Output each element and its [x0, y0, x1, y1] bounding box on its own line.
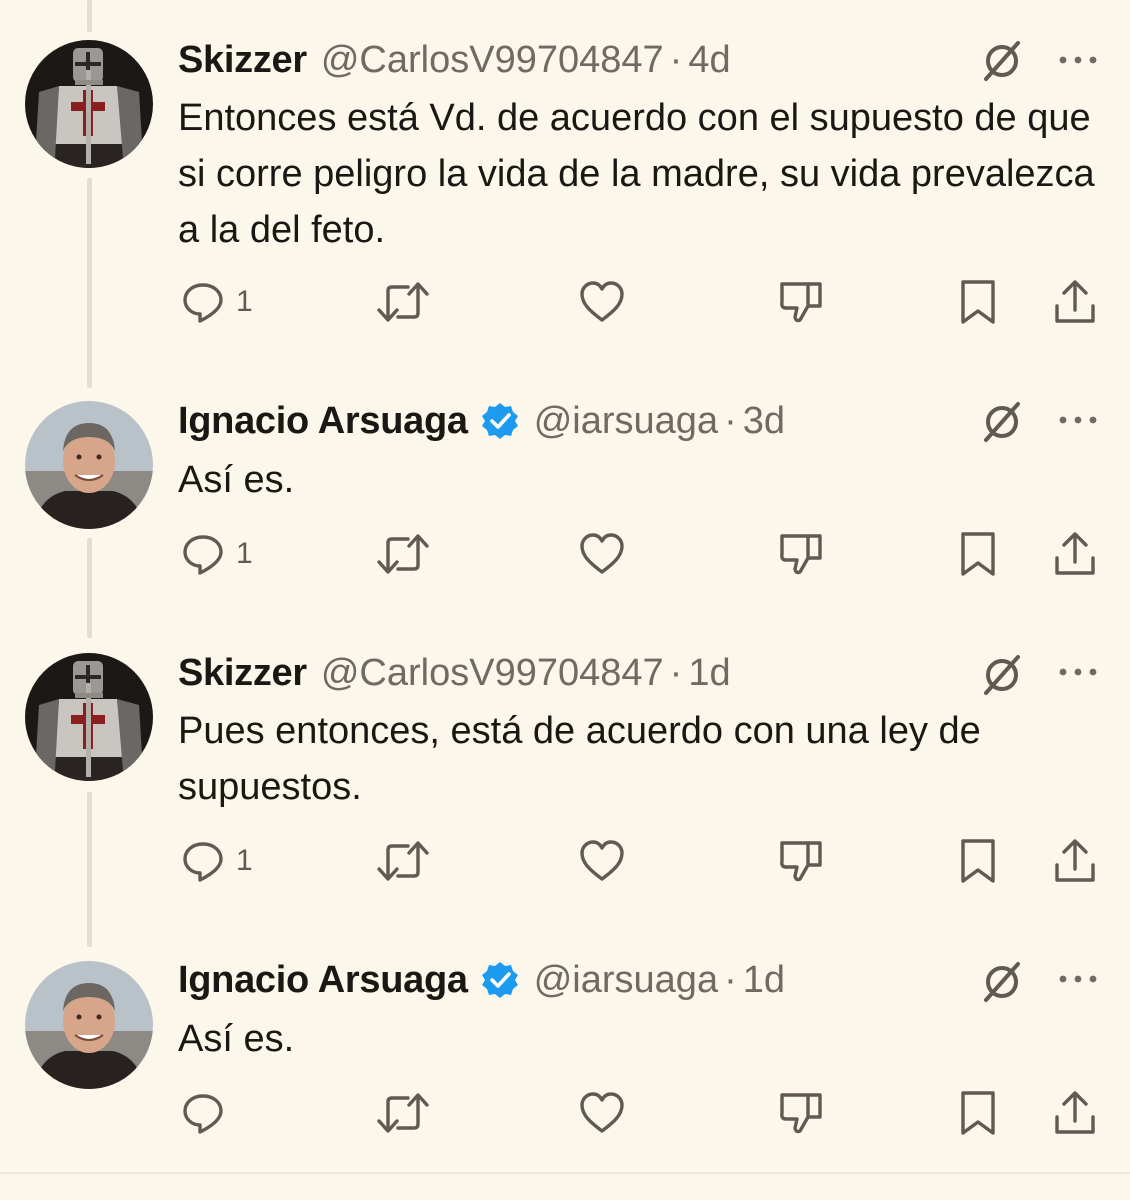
thumbs-down-icon — [780, 1093, 822, 1134]
reply-button[interactable]: 1 — [180, 529, 253, 579]
bookmark-icon — [961, 839, 995, 883]
bookmark-icon — [961, 532, 995, 576]
tweet-text: Así es. — [178, 459, 295, 501]
retweet-button[interactable] — [376, 529, 430, 579]
reply-icon — [183, 283, 223, 323]
share-button[interactable] — [1052, 277, 1098, 327]
action-bar: 1 — [0, 836, 1130, 886]
bookmark-icon — [961, 1091, 995, 1135]
avatar[interactable] — [25, 40, 153, 168]
heart-icon — [580, 281, 624, 322]
retweet-button[interactable] — [376, 836, 430, 886]
share-icon — [1055, 1091, 1095, 1134]
share-button[interactable] — [1052, 836, 1098, 886]
display-name[interactable]: Skizzer — [178, 652, 307, 695]
user-handle[interactable]: @iarsuaga — [534, 400, 718, 443]
separator-dot: · — [724, 958, 737, 1001]
share-button[interactable] — [1052, 529, 1098, 579]
reply-icon — [183, 1094, 223, 1134]
more-icon[interactable] — [1055, 662, 1101, 682]
thread-line — [87, 0, 92, 32]
dislike-button[interactable] — [778, 529, 826, 579]
user-handle[interactable]: @CarlosV99704847 — [321, 652, 664, 695]
knight-avatar — [25, 653, 153, 781]
reply-button[interactable]: 1 — [180, 277, 253, 327]
retweet-icon — [377, 282, 429, 322]
user-handle[interactable]: @iarsuaga — [534, 959, 718, 1002]
tweet-text: Así es. — [178, 1018, 295, 1060]
retweet-icon — [377, 534, 429, 574]
reply-icon — [183, 535, 223, 575]
separator-dot: · — [669, 651, 683, 694]
user-handle[interactable]: @CarlosV99704847 — [321, 39, 664, 82]
display-name[interactable]: Ignacio Arsuaga — [178, 959, 468, 1002]
verified-badge-icon — [481, 403, 518, 439]
tweet-text: Entonces está Vd. de acuerdo con el supu… — [178, 97, 1095, 251]
timestamp[interactable]: 1d — [688, 652, 730, 695]
share-icon — [1055, 280, 1095, 323]
dislike-button[interactable] — [778, 277, 826, 327]
reply-button[interactable]: 1 — [180, 836, 253, 886]
more-icon[interactable] — [1055, 410, 1101, 430]
thumbs-down-icon — [780, 534, 822, 575]
heart-icon — [580, 533, 624, 574]
bookmark-button[interactable] — [957, 1088, 999, 1138]
share-button[interactable] — [1052, 1088, 1098, 1138]
tweet-text: Pues entonces, está de acuerdo con una l… — [178, 710, 981, 808]
action-bar — [0, 1088, 1130, 1138]
like-button[interactable] — [578, 1088, 626, 1138]
knight-avatar — [25, 40, 153, 168]
timestamp[interactable]: 3d — [743, 400, 785, 443]
like-button[interactable] — [578, 836, 626, 886]
man-portrait-avatar — [25, 961, 153, 1089]
separator-dot: · — [669, 38, 683, 81]
reply-button[interactable] — [180, 1088, 236, 1138]
bookmark-button[interactable] — [957, 529, 999, 579]
retweet-button[interactable] — [376, 277, 430, 327]
grok-icon[interactable] — [978, 37, 1026, 85]
bookmark-button[interactable] — [957, 277, 999, 327]
dislike-button[interactable] — [778, 836, 826, 886]
dislike-button[interactable] — [778, 1088, 826, 1138]
thumbs-down-icon — [780, 282, 822, 323]
separator-dot: · — [724, 399, 737, 442]
share-icon — [1055, 532, 1095, 575]
reply-count: 1 — [236, 844, 253, 877]
action-bar: 1 — [0, 277, 1130, 327]
retweet-icon — [377, 1093, 429, 1133]
share-icon — [1055, 839, 1095, 882]
verified-badge-icon — [481, 962, 518, 998]
bookmark-icon — [961, 280, 995, 324]
display-name[interactable]: Ignacio Arsuaga — [178, 400, 468, 443]
action-bar: 1 — [0, 529, 1130, 579]
grok-icon[interactable] — [978, 958, 1026, 1006]
heart-icon — [580, 840, 624, 881]
retweet-button[interactable] — [376, 1088, 430, 1138]
man-portrait-avatar — [25, 401, 153, 529]
avatar[interactable] — [25, 401, 153, 529]
more-icon[interactable] — [1055, 50, 1101, 70]
like-button[interactable] — [578, 529, 626, 579]
retweet-icon — [377, 841, 429, 881]
avatar[interactable] — [25, 653, 153, 781]
grok-icon[interactable] — [978, 398, 1026, 446]
reply-count: 1 — [236, 285, 253, 318]
like-button[interactable] — [578, 277, 626, 327]
timestamp[interactable]: 1d — [743, 959, 785, 1002]
grok-icon[interactable] — [978, 651, 1026, 699]
reply-count: 1 — [236, 537, 253, 570]
timestamp[interactable]: 4d — [688, 39, 730, 82]
divider — [0, 1172, 1130, 1174]
avatar[interactable] — [25, 961, 153, 1089]
display-name[interactable]: Skizzer — [178, 39, 307, 82]
thumbs-down-icon — [780, 841, 822, 882]
reply-icon — [183, 842, 223, 882]
heart-icon — [580, 1092, 624, 1133]
bookmark-button[interactable] — [957, 836, 999, 886]
more-icon[interactable] — [1055, 969, 1101, 989]
